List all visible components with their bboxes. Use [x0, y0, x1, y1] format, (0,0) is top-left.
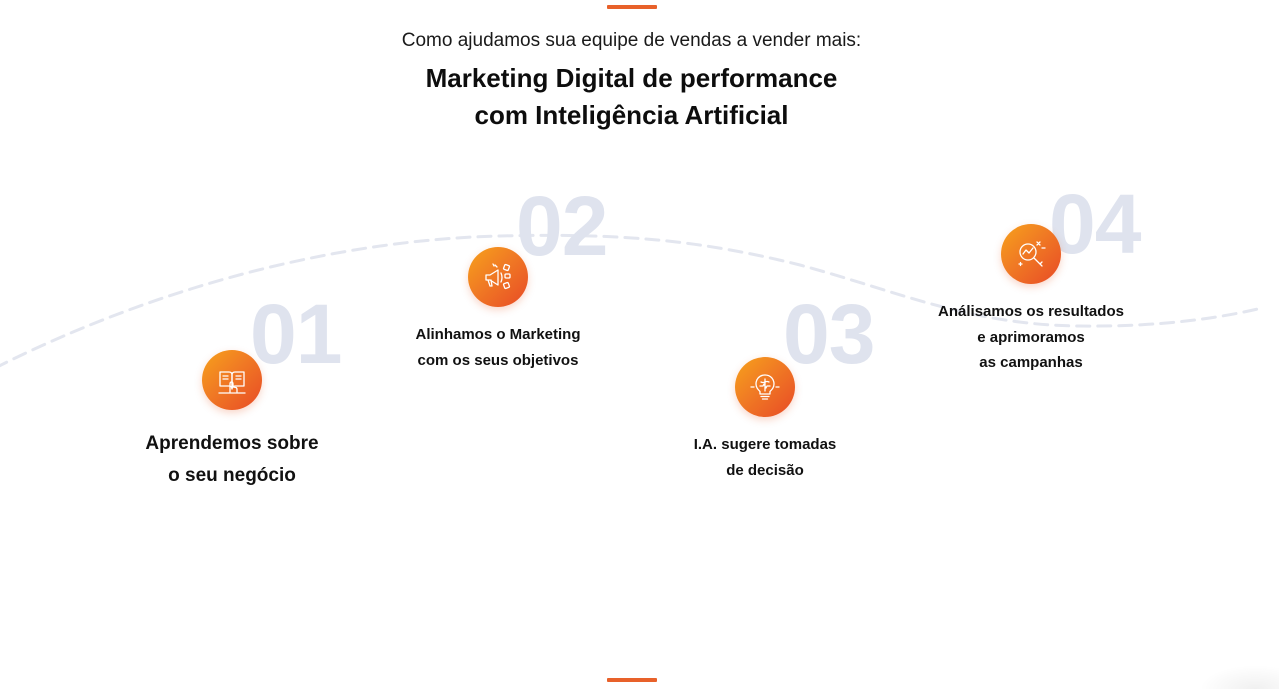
- step-03-label-line-1: I.A. sugere tomadas: [693, 436, 837, 453]
- step-02-icon-badge: [468, 247, 528, 307]
- step-number-01: 01: [250, 287, 342, 381]
- ai-lightbulb-icon: [750, 374, 780, 400]
- step-04-label-line-2: e aprimoramos: [977, 328, 1085, 346]
- magnifier-chart-icon: [1018, 241, 1046, 267]
- step-01-icon-badge: [202, 350, 262, 410]
- step-01-label: Aprendemos sobre o seu negócio: [132, 428, 332, 492]
- step-number-03: 03: [783, 287, 875, 381]
- step-02-label-line-2: com os seus objetivos: [417, 352, 579, 369]
- step-04-label-line-3: as campanhas: [979, 354, 1083, 371]
- bottom-accent-bar: [607, 678, 657, 682]
- megaphone-icon: [485, 263, 511, 290]
- step-number-02: 02: [516, 179, 608, 273]
- step-02-label: Alinhamos o Marketing com os seus objeti…: [398, 322, 598, 374]
- step-02-label-line-1: Alinhamos o Marketing: [415, 326, 581, 343]
- book-hand-icon: [218, 371, 246, 394]
- step-04-icon-badge: [1001, 224, 1061, 284]
- page: Como ajudamos sua equipe de vendas a ven…: [0, 0, 1279, 689]
- step-number-04: 04: [1049, 177, 1141, 271]
- step-03-label-line-2: de decisão: [726, 462, 804, 479]
- corner-shadow: [1199, 665, 1279, 689]
- step-01-label-line-2: o seu negócio: [168, 465, 296, 486]
- step-04-label: Análisamos os resultados e aprimoramos a…: [921, 299, 1141, 376]
- step-04-label-line-1: Análisamos os resultados: [938, 303, 1124, 320]
- step-03-icon-badge: [735, 357, 795, 417]
- step-01-label-line-1: Aprendemos sobre: [145, 433, 319, 454]
- step-03-label: I.A. sugere tomadas de decisão: [665, 432, 865, 484]
